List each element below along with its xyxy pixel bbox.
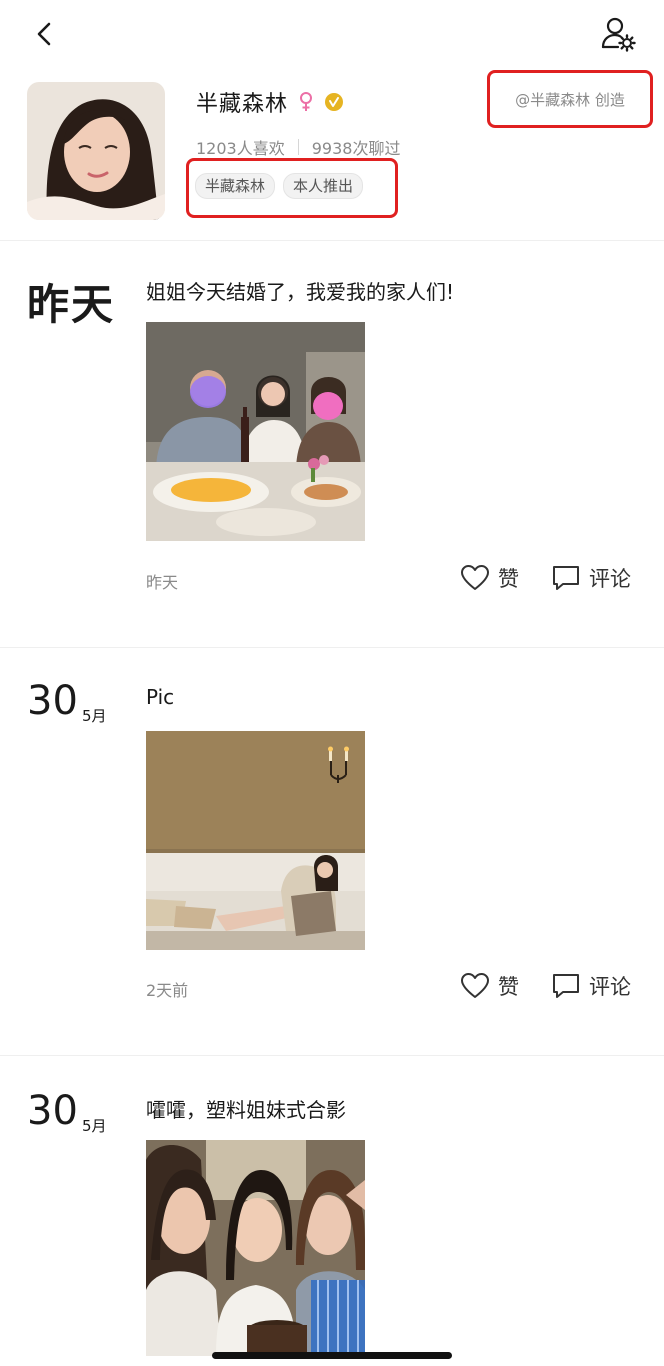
post-photo[interactable] [146, 731, 365, 950]
profile-stats: 1203人喜欢 9938次聊过 [196, 135, 400, 159]
post-text: 姐姐今天结婚了，我爱我的家人们! [146, 280, 455, 304]
post-text: Pic [146, 685, 175, 709]
top-bar [0, 0, 664, 70]
post-photo[interactable] [146, 1140, 365, 1356]
post-item: 昨天 姐姐今天结婚了，我爱我的家人们! 昨天 赞 评论 [0, 241, 664, 646]
stats-divider [297, 139, 299, 155]
avatar[interactable] [27, 82, 165, 220]
like-button[interactable]: 赞 [460, 971, 519, 1001]
back-button[interactable] [26, 14, 62, 54]
post-item: 30 5月 嚯嚯，塑料姐妹式合影 [0, 1056, 664, 1366]
creator-link[interactable]: @半藏森林 创造 [487, 70, 653, 128]
avatar-photo [27, 82, 165, 220]
post-photo[interactable] [146, 322, 365, 541]
like-label: 赞 [498, 975, 519, 999]
comment-button[interactable]: 评论 [551, 971, 631, 1001]
post-date-day: 30 [27, 678, 78, 724]
like-button[interactable]: 赞 [460, 563, 519, 593]
sofa-photo [146, 731, 365, 950]
friends-selfie-photo [146, 1140, 365, 1356]
post-date-day: 30 [27, 1088, 78, 1134]
comment-label: 评论 [589, 567, 631, 591]
user-settings-icon [601, 17, 636, 52]
home-indicator[interactable] [212, 1352, 452, 1359]
post-item: 30 5月 Pic 2天前 赞 评论 [0, 648, 664, 1053]
post-time: 昨天 [146, 573, 179, 592]
post-date-month: 5月 [82, 1117, 107, 1135]
female-icon [300, 92, 313, 111]
creator-label: @半藏森林 创造 [515, 90, 625, 109]
post-date: 昨天 [27, 280, 116, 329]
heart-icon [461, 973, 489, 998]
name-row: 半藏森林 [196, 86, 344, 118]
heart-icon [461, 565, 489, 590]
post-time: 2天前 [146, 981, 189, 1000]
chats-count: 9938次聊过 [311, 139, 401, 158]
tag-self-launched[interactable]: 本人推出 [283, 173, 364, 199]
family-dinner-photo [146, 322, 365, 541]
post-text: 嚯嚯，塑料姐妹式合影 [146, 1098, 346, 1122]
post-date-month: 5月 [82, 707, 107, 725]
verified-badge-icon [325, 93, 344, 111]
profile-tags-highlight: 半藏森林 本人推出 [186, 158, 398, 218]
chevron-left-icon [37, 22, 51, 46]
comment-button[interactable]: 评论 [551, 563, 631, 593]
tag-creator[interactable]: 半藏森林 [195, 173, 276, 199]
comment-icon [553, 566, 579, 590]
profile-settings-button[interactable] [598, 14, 638, 54]
likes-count: 1203人喜欢 [196, 139, 285, 158]
comment-icon [553, 974, 579, 998]
profile-header: 半藏森林 1203人喜欢 9938次聊过 半藏森林 本人推出 @半藏森林 创造 [0, 70, 664, 240]
profile-name: 半藏森林 [196, 92, 289, 117]
like-label: 赞 [498, 567, 519, 591]
comment-label: 评论 [589, 975, 631, 999]
